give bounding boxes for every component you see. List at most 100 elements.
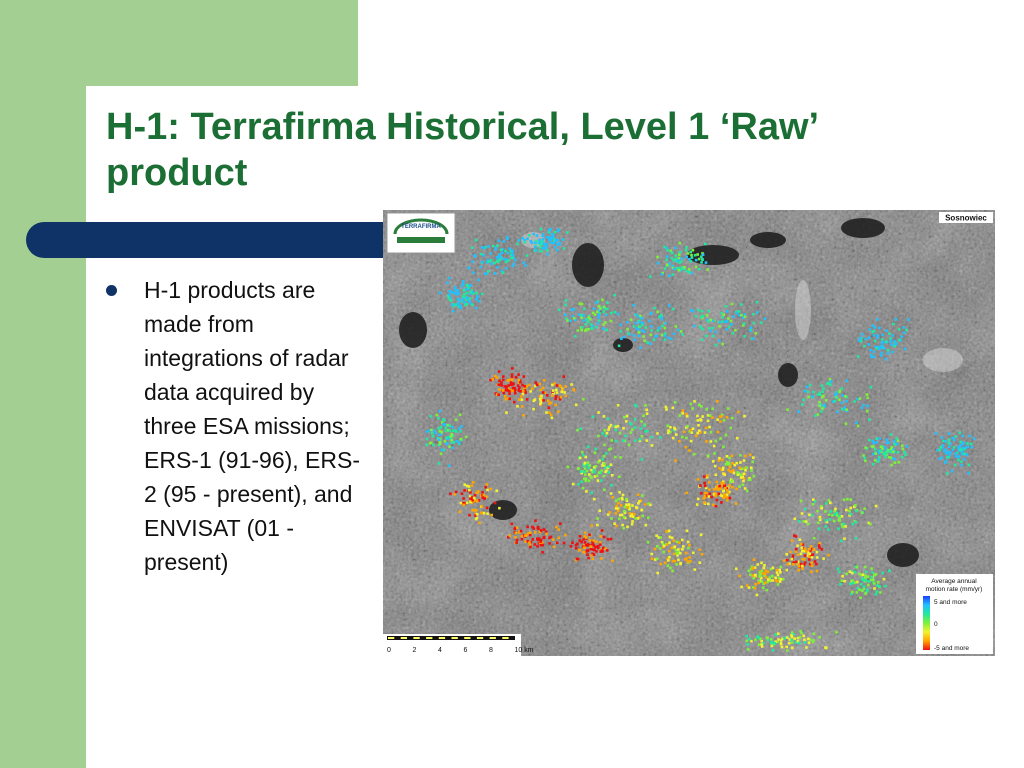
- insar-point: [482, 493, 486, 497]
- insar-point: [592, 539, 595, 542]
- insar-point: [462, 503, 466, 507]
- insar-point: [434, 431, 437, 435]
- insar-point: [710, 495, 713, 499]
- insar-point: [584, 455, 587, 459]
- insar-point: [458, 441, 461, 444]
- insar-point: [610, 439, 613, 442]
- insar-point: [467, 286, 470, 289]
- insar-point: [961, 434, 964, 438]
- insar-point: [671, 307, 675, 311]
- insar-point: [829, 383, 832, 387]
- insar-point: [474, 517, 478, 521]
- insar-point: [793, 517, 797, 521]
- insar-point: [569, 545, 573, 548]
- insar-point: [893, 461, 897, 464]
- insar-point: [578, 456, 582, 460]
- insar-point: [548, 236, 552, 239]
- insar-point: [807, 547, 811, 551]
- insar-point: [668, 556, 671, 559]
- insar-point: [866, 404, 870, 408]
- insar-point: [750, 466, 753, 470]
- insar-point: [840, 515, 844, 518]
- insar-point: [632, 334, 636, 337]
- insar-point: [685, 269, 688, 273]
- insar-point: [511, 254, 515, 257]
- insar-point: [571, 541, 574, 544]
- insar-point: [631, 428, 634, 431]
- insar-point: [801, 557, 804, 561]
- insar-point: [679, 551, 682, 555]
- insar-point: [713, 452, 716, 455]
- insar-point: [675, 552, 678, 555]
- legend-label-mid: 0: [934, 621, 938, 628]
- insar-point: [709, 329, 712, 333]
- insar-point: [664, 405, 668, 409]
- insar-point: [895, 437, 898, 440]
- insar-point: [462, 497, 465, 500]
- insar-point: [794, 550, 798, 553]
- scale-bar-segment: [502, 637, 509, 639]
- insar-point: [552, 538, 555, 541]
- insar-point: [438, 433, 441, 437]
- insar-point: [779, 577, 783, 581]
- insar-point: [558, 241, 561, 245]
- insar-point: [707, 320, 710, 323]
- insar-point: [535, 234, 539, 237]
- insar-point: [895, 442, 899, 446]
- insar-point: [497, 239, 501, 242]
- insar-point: [538, 397, 542, 401]
- bullet-list: H-1 products are made from integrations …: [106, 273, 368, 579]
- insar-point: [480, 292, 484, 296]
- insar-point: [895, 342, 898, 345]
- insar-point: [531, 387, 534, 390]
- insar-point: [497, 383, 500, 386]
- insar-point: [752, 321, 756, 325]
- insar-point: [718, 320, 721, 324]
- insar-point: [737, 410, 740, 414]
- insar-point: [645, 439, 649, 442]
- insar-point: [718, 339, 721, 342]
- insar-point: [668, 262, 671, 265]
- insar-point: [818, 636, 822, 639]
- insar-point: [878, 456, 881, 459]
- insar-point: [745, 639, 749, 643]
- insar-point: [617, 475, 621, 478]
- insar-point: [839, 582, 842, 586]
- insar-point: [614, 428, 618, 432]
- insar-point: [616, 404, 620, 407]
- insar-point: [872, 582, 876, 585]
- insar-point: [725, 489, 729, 492]
- insar-point: [545, 243, 548, 246]
- insar-point: [587, 473, 591, 476]
- insar-point: [594, 447, 598, 451]
- insar-point: [680, 257, 684, 260]
- insar-point: [505, 388, 508, 391]
- insar-point: [681, 333, 684, 336]
- insar-point: [629, 421, 632, 425]
- insar-point: [481, 491, 484, 494]
- insar-point: [824, 519, 828, 522]
- insar-point: [671, 436, 675, 440]
- insar-point: [725, 319, 729, 323]
- insar-point: [454, 490, 458, 494]
- insar-point: [506, 251, 510, 255]
- insar-point: [635, 327, 638, 330]
- insar-point: [510, 522, 514, 526]
- insar-point: [529, 390, 532, 393]
- insar-point: [586, 548, 589, 552]
- slide: H-1: Terrafirma Historical, Level 1 ‘Raw…: [0, 0, 1024, 768]
- insar-point: [459, 501, 463, 505]
- insar-point: [451, 425, 454, 429]
- insar-point: [610, 517, 613, 520]
- insar-point: [608, 425, 611, 429]
- insar-point: [590, 476, 593, 479]
- insar-point: [716, 430, 720, 434]
- insar-point: [800, 512, 804, 515]
- insar-point: [591, 415, 595, 419]
- insar-point: [566, 465, 570, 469]
- insar-point: [808, 552, 812, 555]
- insar-point: [807, 555, 811, 558]
- scale-bar-tick-label: 0: [387, 647, 391, 654]
- insar-point: [689, 260, 693, 263]
- insar-point: [526, 525, 529, 529]
